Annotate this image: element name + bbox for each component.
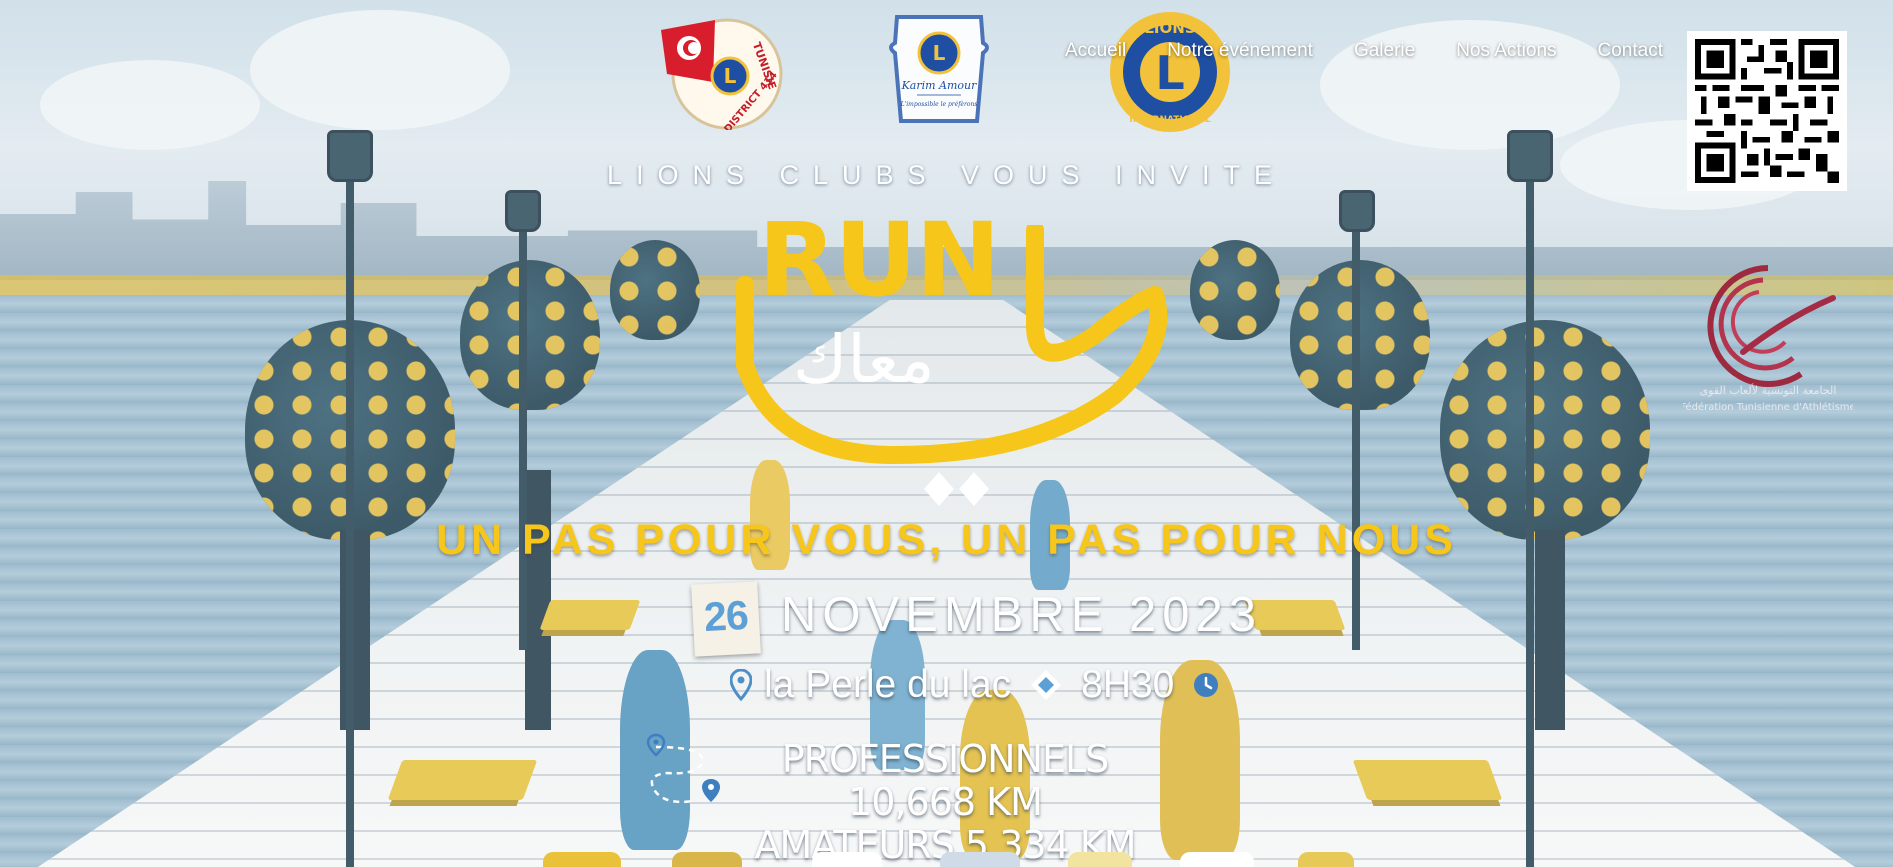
distances: PROFESSIONNELS 10,668 KM AMATEURS 5,334 … xyxy=(715,738,1175,867)
place-time-row: la Perle du lac 8H30 xyxy=(730,663,1220,707)
club-name: Karim Amour xyxy=(901,79,978,92)
slogan: UN PAS POUR VOUS, UN PAS POUR NOUS xyxy=(436,516,1457,564)
sponsor-logo[interactable] xyxy=(672,852,742,867)
lions-bottom-text: INTERNATIONAL xyxy=(1129,115,1211,125)
diamond-icon xyxy=(1031,670,1062,700)
location-pin-icon xyxy=(730,669,752,701)
district-414-logo[interactable]: L TUNISIE DISTRICT 414 xyxy=(657,12,785,135)
sponsor-logo[interactable] xyxy=(1180,852,1254,867)
date-day-badge: 26 xyxy=(691,581,761,657)
federation-athletisme-logo[interactable]: الجامعة التونسية لألعاب القوى Fédération… xyxy=(1680,262,1856,423)
nav-nos-actions[interactable]: Nos Actions xyxy=(1456,40,1556,62)
federation-arabic: الجامعة التونسية لألعاب القوى xyxy=(1700,383,1837,397)
date-month-year: NOVEMBRE 2023 xyxy=(781,588,1263,642)
sponsor-logo[interactable] xyxy=(1068,852,1132,867)
route-icon xyxy=(647,733,720,804)
club-motto: L'impossible le préfèrons xyxy=(900,101,978,108)
clock-icon xyxy=(1194,673,1219,697)
nav-galerie[interactable]: Galerie xyxy=(1354,40,1415,62)
invite-heading: LIONS CLUBS VOUS INVITE xyxy=(606,160,1287,190)
event-place: la Perle du lac xyxy=(764,663,1012,706)
svg-text:L: L xyxy=(933,41,946,65)
sponsor-logo[interactable] xyxy=(543,852,621,867)
sponsor-logo[interactable] xyxy=(940,852,1020,867)
diamond-icon xyxy=(924,472,989,506)
federation-french: Fédération Tunisienne d'Athlétisme xyxy=(1683,401,1853,413)
distance-professionnels: PROFESSIONNELS 10,668 KM xyxy=(781,737,1110,824)
run-arabic-title: معاك xyxy=(793,321,935,398)
date-day: 26 xyxy=(702,591,749,641)
club-logo[interactable]: L Karim Amour L'impossible le préfèrons xyxy=(887,13,991,136)
nav-contact[interactable]: Contact xyxy=(1598,40,1663,62)
sponsor-logos-strip xyxy=(0,852,1893,867)
run-title: RUN xyxy=(758,201,1001,320)
lions-international-logo[interactable]: L LIONS INTERNATIONAL xyxy=(1103,9,1237,140)
event-time: 8H30 xyxy=(1081,663,1175,706)
nav-notre-evenement[interactable]: Notre événement xyxy=(1167,40,1313,62)
sponsor-logo[interactable] xyxy=(1298,852,1354,867)
main-nav: Accueil Notre événement Galerie Nos Acti… xyxy=(1065,40,1663,62)
svg-text:L: L xyxy=(724,64,737,88)
nav-accueil[interactable]: Accueil xyxy=(1065,40,1126,62)
lions-top-text: LIONS xyxy=(1144,19,1195,37)
sponsor-logo[interactable] xyxy=(812,852,882,867)
